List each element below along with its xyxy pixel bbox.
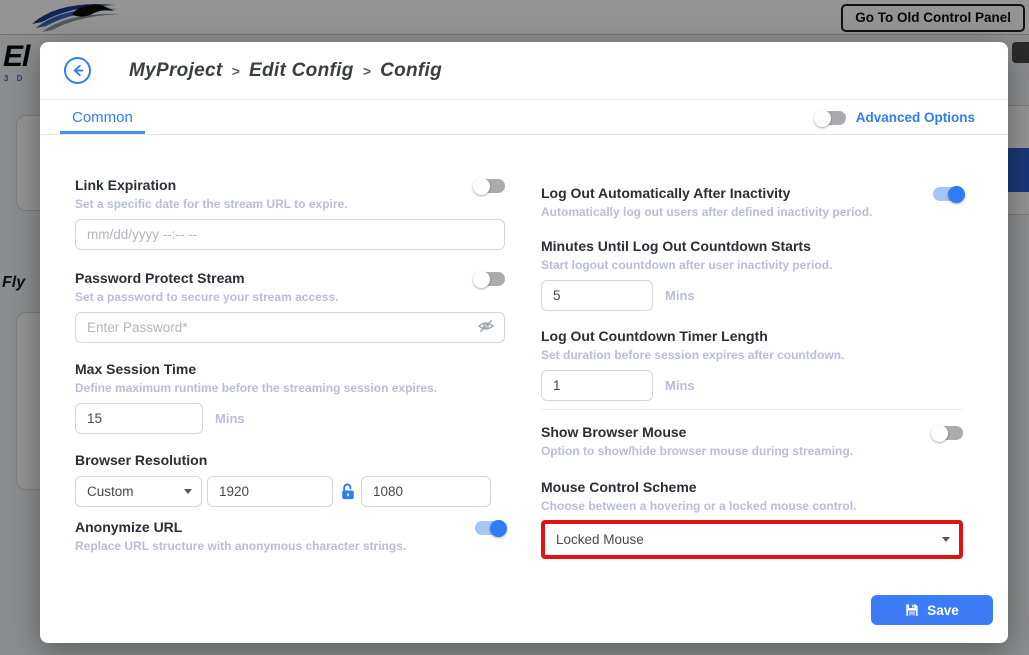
browser-resolution-label: Browser Resolution <box>75 452 505 469</box>
breadcrumb-separator: > <box>232 63 240 79</box>
breadcrumb-edit-config[interactable]: Edit Config <box>249 60 354 82</box>
resolution-height-input[interactable] <box>361 476 491 507</box>
password-protect-field: Password Protect Stream Set a password t… <box>75 270 505 343</box>
max-session-input[interactable] <box>75 403 203 434</box>
resolution-width-input[interactable] <box>207 476 333 507</box>
anonymize-url-label: Anonymize URL <box>75 519 182 536</box>
show-mouse-desc: Option to show/hide browser mouse during… <box>541 444 963 459</box>
caret-down-icon <box>942 537 950 542</box>
show-mouse-label: Show Browser Mouse <box>541 424 686 441</box>
anonymize-url-toggle[interactable] <box>475 521 505 535</box>
anonymize-url-field: Anonymize URL Replace URL structure with… <box>75 519 505 554</box>
countdown-start-input[interactable] <box>541 280 653 311</box>
show-mouse-field: Show Browser Mouse Option to show/hide b… <box>541 424 963 459</box>
link-expiration-date-input[interactable] <box>75 219 505 250</box>
password-protect-label: Password Protect Stream <box>75 270 245 287</box>
save-button-label: Save <box>927 603 959 618</box>
link-expiration-desc: Set a specific date for the stream URL t… <box>75 197 505 212</box>
mouse-scheme-desc: Choose between a hovering or a locked mo… <box>541 499 963 514</box>
tab-bar: Common Advanced Options <box>40 100 1008 135</box>
form-column-left: Link Expiration Set a specific date for … <box>75 135 505 625</box>
link-expiration-field: Link Expiration Set a specific date for … <box>75 177 505 250</box>
max-session-desc: Define maximum runtime before the stream… <box>75 381 505 396</box>
advanced-options-control: Advanced Options <box>816 100 975 134</box>
show-mouse-toggle[interactable] <box>933 426 963 440</box>
max-session-field: Max Session Time Define maximum runtime … <box>75 361 505 434</box>
config-form: Link Expiration Set a specific date for … <box>40 135 1008 625</box>
advanced-options-toggle[interactable] <box>816 111 846 125</box>
eye-off-icon[interactable] <box>477 319 495 338</box>
mouse-scheme-field: Mouse Control Scheme Choose between a ho… <box>541 479 963 559</box>
auto-logout-field: Log Out Automatically After Inactivity A… <box>541 185 963 220</box>
lock-open-icon[interactable] <box>341 483 355 500</box>
form-column-right: Log Out Automatically After Inactivity A… <box>541 135 963 625</box>
toggle-knob <box>473 271 490 288</box>
max-session-label: Max Session Time <box>75 361 505 378</box>
countdown-length-field: Log Out Countdown Timer Length Set durat… <box>541 328 963 401</box>
toggle-knob <box>931 425 948 442</box>
save-row: Save <box>541 595 993 625</box>
edit-config-modal: MyProject > Edit Config > Config Common … <box>40 42 1008 643</box>
browser-resolution-field: Browser Resolution Custom <box>75 452 505 507</box>
password-protect-desc: Set a password to secure your stream acc… <box>75 290 505 305</box>
advanced-options-label: Advanced Options <box>856 110 975 125</box>
mouse-scheme-select[interactable]: Locked Mouse <box>545 524 959 555</box>
resolution-preset-value: Custom <box>87 484 134 499</box>
toggle-knob <box>490 520 507 537</box>
modal-header: MyProject > Edit Config > Config <box>40 42 1008 100</box>
section-divider <box>541 409 963 410</box>
back-button[interactable] <box>64 57 91 84</box>
auto-logout-desc: Automatically log out users after define… <box>541 205 963 220</box>
countdown-start-unit: Mins <box>665 288 695 303</box>
link-expiration-label: Link Expiration <box>75 177 176 194</box>
countdown-start-desc: Start logout countdown after user inacti… <box>541 258 963 273</box>
breadcrumb-separator: > <box>363 63 371 79</box>
countdown-length-unit: Mins <box>665 378 695 393</box>
resolution-preset-select[interactable]: Custom <box>75 476 202 507</box>
caret-down-icon <box>184 489 192 494</box>
breadcrumb-config: Config <box>380 60 442 82</box>
countdown-start-field: Minutes Until Log Out Countdown Starts S… <box>541 238 963 311</box>
mouse-scheme-label: Mouse Control Scheme <box>541 479 963 496</box>
countdown-length-label: Log Out Countdown Timer Length <box>541 328 963 345</box>
countdown-length-desc: Set duration before session expires afte… <box>541 348 963 363</box>
mouse-scheme-value: Locked Mouse <box>556 532 644 547</box>
password-protect-toggle[interactable] <box>475 272 505 286</box>
password-input[interactable] <box>75 312 505 343</box>
max-session-unit: Mins <box>215 411 245 426</box>
tab-common[interactable]: Common <box>60 103 145 134</box>
annotation-highlight-box: Locked Mouse <box>541 520 963 559</box>
breadcrumb: MyProject > Edit Config > Config <box>129 60 442 82</box>
toggle-knob <box>814 110 831 127</box>
anonymize-url-desc: Replace URL structure with anonymous cha… <box>75 539 505 554</box>
toggle-knob <box>473 178 490 195</box>
link-expiration-toggle[interactable] <box>475 179 505 193</box>
floppy-disk-icon <box>905 603 919 617</box>
countdown-start-label: Minutes Until Log Out Countdown Starts <box>541 238 963 255</box>
countdown-length-input[interactable] <box>541 370 653 401</box>
breadcrumb-project[interactable]: MyProject <box>129 60 223 82</box>
save-button[interactable]: Save <box>871 595 993 625</box>
arrow-left-icon <box>70 63 85 78</box>
auto-logout-toggle[interactable] <box>933 187 963 201</box>
auto-logout-label: Log Out Automatically After Inactivity <box>541 185 790 202</box>
toggle-knob <box>948 186 965 203</box>
